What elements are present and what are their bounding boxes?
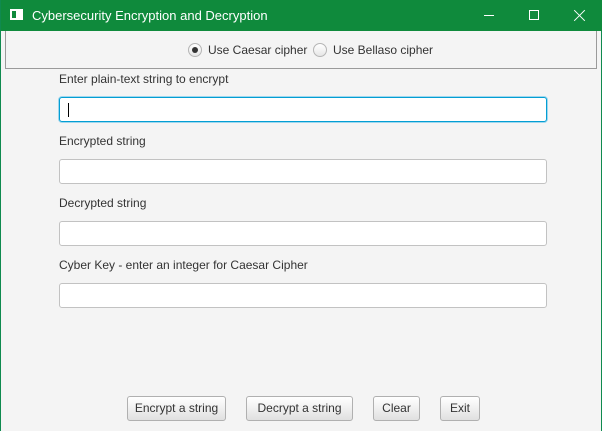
maximize-icon (529, 10, 539, 20)
encrypt-button[interactable]: Encrypt a string (127, 396, 226, 421)
close-icon (574, 9, 586, 21)
clear-button[interactable]: Clear (373, 396, 420, 421)
close-button[interactable] (557, 0, 602, 31)
radio-bellaso-label[interactable]: Use Bellaso cipher (333, 43, 433, 57)
maximize-button[interactable] (511, 0, 557, 31)
decrypted-string-label: Decrypted string (59, 196, 147, 210)
title-bar[interactable]: Cybersecurity Encryption and Decryption (1, 0, 602, 31)
radio-caesar-label[interactable]: Use Caesar cipher (208, 43, 307, 57)
encrypted-string-label: Encrypted string (59, 134, 146, 148)
radio-button-unchecked[interactable] (313, 43, 327, 57)
app-icon (10, 9, 23, 20)
radio-caesar-cipher[interactable]: Use Caesar cipher (188, 41, 307, 59)
text-caret (68, 103, 69, 117)
cyber-key-field[interactable] (59, 283, 547, 308)
exit-button[interactable]: Exit (440, 396, 480, 421)
plain-text-input[interactable] (59, 97, 547, 122)
plain-text-label: Enter plain-text string to encrypt (59, 72, 229, 86)
radio-bellaso-cipher[interactable]: Use Bellaso cipher (313, 41, 433, 59)
app-window: Cybersecurity Encryption and Decryption … (0, 0, 602, 431)
cyber-key-label: Cyber Key - enter an integer for Caesar … (59, 258, 308, 272)
minimize-button[interactable] (466, 0, 512, 31)
radio-button-checked[interactable] (188, 43, 202, 57)
window-title: Cybersecurity Encryption and Decryption (32, 8, 268, 23)
minimize-icon (484, 15, 494, 16)
encrypted-string-field[interactable] (59, 159, 547, 184)
decrypted-string-field[interactable] (59, 221, 547, 246)
decrypt-button[interactable]: Decrypt a string (246, 396, 353, 421)
cipher-selector: Use Caesar cipher Use Bellaso cipher (5, 31, 597, 69)
